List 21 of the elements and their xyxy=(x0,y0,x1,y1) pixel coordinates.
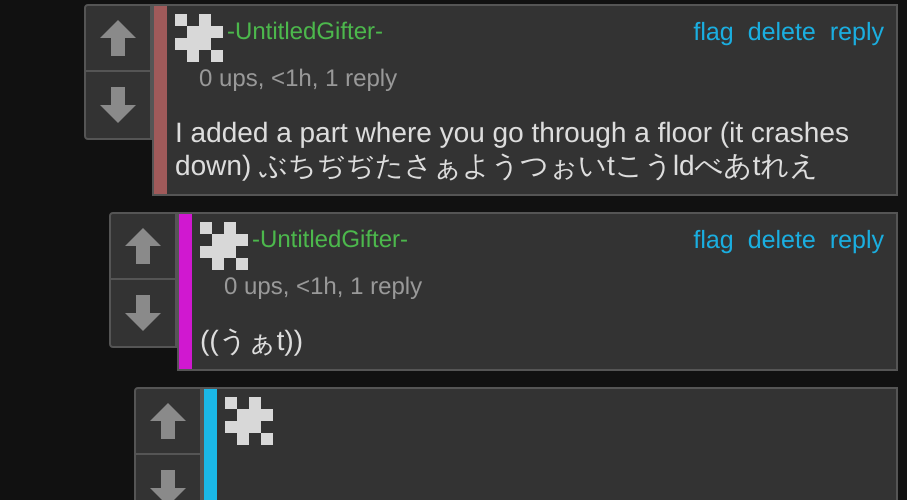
down-arrow-icon xyxy=(123,293,163,334)
comment-meta: 0 ups, <1h, 1 reply xyxy=(199,64,398,94)
comment-action-link[interactable]: delete xyxy=(748,20,816,45)
comment-body: I added a part where you go through a floor (it crashes down) ぶちぢぢたさぁようつぉいtこうldべあtれえ xyxy=(175,116,850,182)
pixel-avatar-icon xyxy=(175,14,223,62)
author-link[interactable]: -UntitledGifter- xyxy=(227,20,384,44)
up-arrow-icon xyxy=(98,18,138,58)
comment-body: ((うぁt)) xyxy=(200,324,304,358)
comment-action-link[interactable]: delete xyxy=(748,228,816,254)
pixel-avatar-icon xyxy=(225,397,273,446)
comment-action-link[interactable]: flag xyxy=(693,20,734,45)
comment-action-link[interactable]: reply xyxy=(830,20,884,45)
down-arrow-icon xyxy=(98,85,138,125)
up-arrow-icon xyxy=(148,401,188,442)
comment-meta: 0 ups, <1h, 1 reply xyxy=(224,272,424,302)
up-arrow-icon xyxy=(123,226,163,266)
comment-action-link[interactable]: flag xyxy=(693,228,734,254)
down-arrow-icon xyxy=(148,468,188,500)
author-link[interactable]: -UntitledGifter- xyxy=(252,228,408,252)
comment-action-link[interactable]: reply xyxy=(830,228,884,254)
pixel-avatar-icon xyxy=(200,222,248,270)
